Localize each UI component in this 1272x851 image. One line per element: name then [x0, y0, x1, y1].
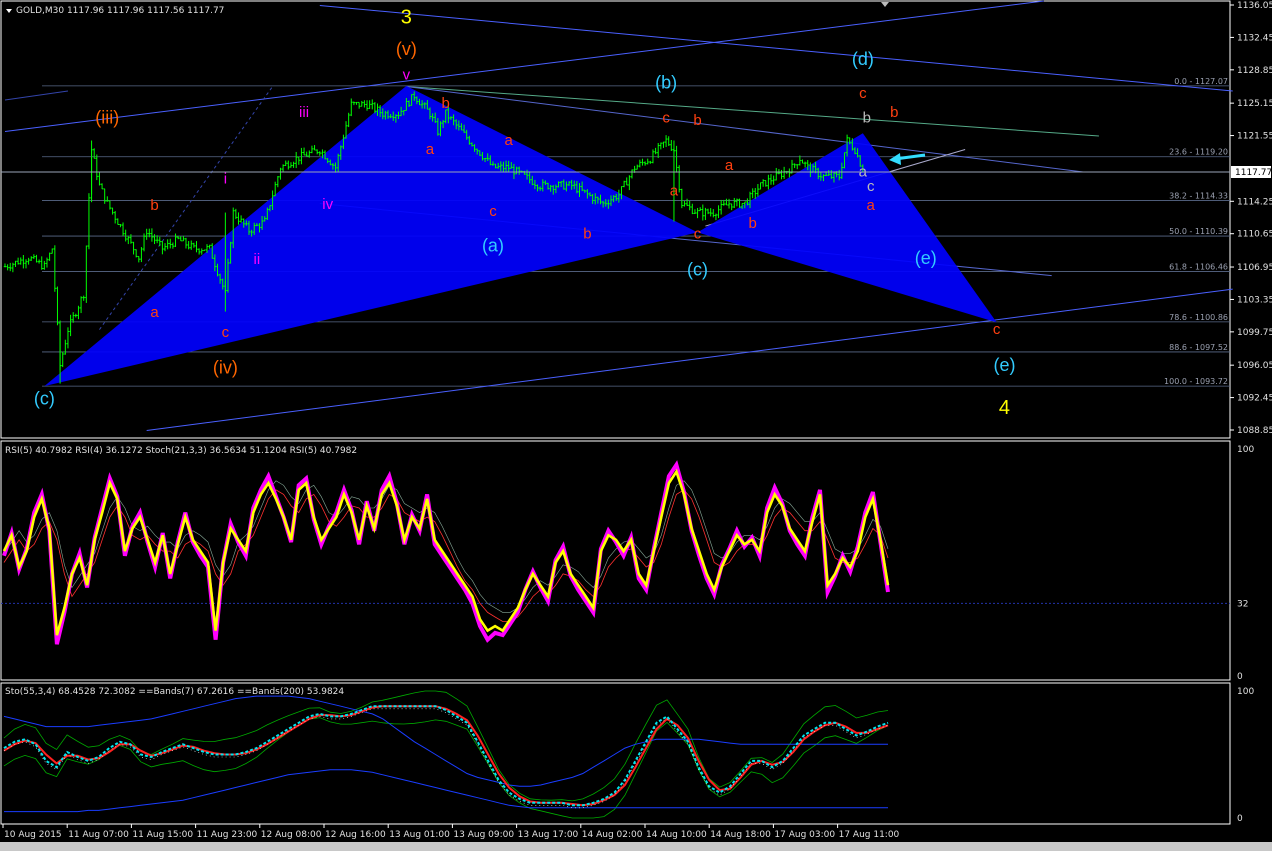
- rsi-level-label: 100: [1237, 445, 1254, 455]
- time-tick-label: 17 Aug 03:00: [774, 830, 835, 840]
- rsi5-line: [2, 468, 890, 636]
- rsi-level-label: 0: [1237, 672, 1243, 682]
- time-tick-label: 14 Aug 18:00: [710, 830, 771, 840]
- chart-tab-bar: GOLD,WeeklyGOLD,MonthlyGOLD,WeeklyGOLD,H…: [0, 842, 1272, 851]
- wave-label: b: [150, 197, 158, 214]
- wave-label: b: [748, 215, 756, 232]
- wave-label: (a): [482, 235, 504, 255]
- time-tick-label: 11 Aug 23:00: [197, 830, 258, 840]
- wave-label: 4: [999, 397, 1010, 419]
- price-tick-label: 1128.85: [1237, 66, 1272, 76]
- wave-label: (iv): [213, 358, 238, 378]
- rsi-level-label: 32: [1237, 599, 1248, 609]
- price-tick-label: 1103.35: [1237, 295, 1272, 305]
- bands7-lower: [3, 717, 889, 819]
- wave-label: iv: [322, 196, 333, 213]
- time-tick-label: 11 Aug 15:00: [132, 830, 193, 840]
- fib-level-label: 38.2 - 1114.33: [1169, 192, 1228, 201]
- wave-label: (d): [852, 49, 874, 69]
- time-tick-label: 10 Aug 2015: [4, 830, 62, 840]
- price-axis: 1136.05 1132.45 1128.85 1125.15 1121.55 1114.…: [1230, 1, 1272, 436]
- rsi-lines: 100 32 0: [1, 445, 1254, 682]
- wave-label: b: [863, 110, 871, 127]
- wave-label: (iii): [95, 107, 119, 127]
- fib-level-label: 78.6 - 1100.86: [1169, 313, 1228, 322]
- time-tick-label: 13 Aug 17:00: [518, 830, 579, 840]
- fib-level-label: 61.8 - 1106.46: [1169, 262, 1228, 271]
- price-tick-label: 1096.05: [1237, 361, 1272, 371]
- shift-marker-icon[interactable]: [881, 2, 889, 7]
- wave-label: 3: [401, 6, 412, 28]
- price-tick-label: 1106.95: [1237, 263, 1272, 273]
- trend-line: [319, 4, 1233, 92]
- fib-level-label: 0.0 - 1127.07: [1174, 77, 1228, 86]
- wave-label: c: [222, 324, 230, 341]
- time-tick-label: 17 Aug 11:00: [839, 830, 900, 840]
- wave-label: b: [583, 226, 591, 243]
- wave-label: c: [867, 178, 875, 195]
- wave-label: c: [993, 321, 1001, 338]
- wave-label: (c): [687, 260, 708, 280]
- menu-chevron-icon[interactable]: [6, 9, 12, 13]
- fib-level-label: 23.6 - 1119.20: [1169, 148, 1228, 157]
- wave-label: c: [694, 226, 702, 243]
- price-tick-label: 1092.45: [1237, 394, 1272, 404]
- wave-label: a: [426, 141, 435, 158]
- pattern-triangle: [697, 133, 997, 323]
- time-tick-label: 13 Aug 09:00: [453, 830, 514, 840]
- time-tick-label: 14 Aug 10:00: [646, 830, 707, 840]
- stoch-lines: 100 0: [3, 687, 1254, 824]
- price-tick-label: 1099.75: [1237, 328, 1272, 338]
- stoch-level-label: 0: [1237, 814, 1243, 824]
- time-tick-label: 13 Aug 01:00: [389, 830, 450, 840]
- wave-label: a: [670, 182, 679, 199]
- stoch-level-label: 100: [1237, 687, 1254, 697]
- wave-label: (b): [655, 72, 677, 92]
- wave-label: (e): [993, 355, 1015, 375]
- wave-label: a: [150, 304, 159, 321]
- fib-level-label: 100.0 - 1093.72: [1164, 377, 1228, 386]
- time-tick-label: 14 Aug 02:00: [582, 830, 643, 840]
- price-tick-label: 1132.45: [1237, 33, 1272, 43]
- price-tick-label: 1088.85: [1237, 426, 1272, 436]
- rsi-panel-frame: [0, 440, 1231, 681]
- price-tick-label: 1136.05: [1237, 1, 1272, 11]
- trading-chart[interactable]: 0.0 - 1127.07 23.6 - 1119.20 38.2 - 1114.3…: [0, 0, 1272, 842]
- trend-line: [406, 85, 1099, 137]
- time-tick-label: 11 Aug 07:00: [68, 830, 129, 840]
- rsi-header: RSI(5) 40.7982 RSI(4) 36.1272 Stoch(21,3…: [5, 446, 357, 456]
- price-tick-label: 1114.25: [1237, 197, 1272, 207]
- trend-line: [4, 0, 1044, 133]
- fib-level-label: 88.6 - 1097.52: [1169, 343, 1228, 352]
- wave-label: ii: [254, 251, 261, 268]
- bands7-upper: [3, 690, 889, 802]
- wave-label: v: [403, 66, 411, 83]
- wave-label: b: [442, 95, 450, 112]
- price-tick-label: 1121.55: [1237, 132, 1272, 142]
- time-tick-label: 12 Aug 16:00: [325, 830, 386, 840]
- time-axis: 10 Aug 2015 11 Aug 07:00 11 Aug 15:00 11 Au…: [2, 824, 900, 840]
- wave-label: b: [693, 112, 701, 129]
- time-tick-label: 12 Aug 08:00: [261, 830, 322, 840]
- wave-label: a: [867, 197, 876, 214]
- price-tick-label: 1125.15: [1237, 99, 1272, 109]
- wave-label: (e): [915, 248, 937, 268]
- stoch-header: Sto(55,3,4) 68.4528 72.3082 ==Bands(7) 6…: [5, 687, 344, 697]
- bands200-line: [4, 769, 888, 813]
- wave-label: i: [224, 171, 227, 188]
- wave-label: c: [859, 85, 867, 102]
- price-tick-label: 1110.65: [1237, 230, 1272, 240]
- main-header: GOLD,M30 1117.96 1117.96 1117.56 1117.77: [16, 6, 224, 16]
- wave-label: (c): [34, 388, 55, 408]
- wave-label: c: [662, 110, 670, 127]
- fib-level-label: 50.0 - 1110.39: [1169, 227, 1228, 236]
- current-price-label: 1117.77: [1235, 168, 1272, 178]
- wave-label: c: [489, 203, 497, 220]
- trend-line: [4, 90, 69, 101]
- wave-label: a: [505, 132, 514, 149]
- wave-label: b: [890, 104, 898, 121]
- wave-label: iii: [299, 104, 309, 121]
- wave-label: (v): [396, 39, 417, 59]
